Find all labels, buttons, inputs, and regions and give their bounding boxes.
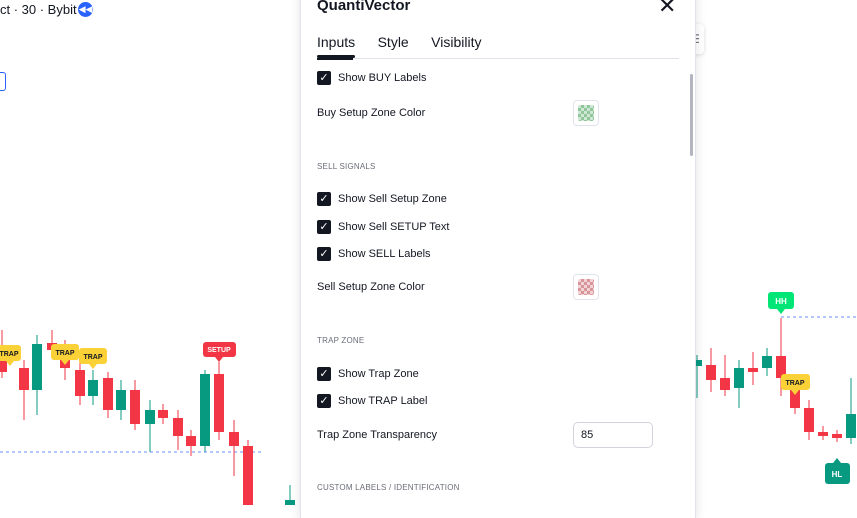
hh-label: HH — [768, 292, 794, 314]
candle-body — [200, 374, 210, 446]
hl-label: HL — [825, 458, 850, 484]
candle-body — [243, 446, 253, 505]
checkbox-label: Show BUY Labels — [338, 72, 427, 84]
checkbox-row-show-buy-labels[interactable]: ✓ Show BUY Labels — [317, 71, 426, 85]
candle-body — [32, 344, 42, 390]
svg-text:TRAP: TRAP — [83, 354, 102, 361]
scrollbar[interactable] — [690, 74, 693, 156]
candle-body — [19, 368, 29, 390]
close-icon[interactable]: ✕ — [658, 0, 676, 17]
candle-body — [130, 390, 140, 424]
tab-style[interactable]: Style — [378, 34, 409, 56]
candle-body — [229, 432, 239, 446]
tab-inputs[interactable]: Inputs — [317, 34, 356, 58]
indicator-settings-dialog: QuantiVector ✕ Inputs Style Visibility ✓… — [300, 0, 696, 518]
candle-body — [158, 410, 168, 418]
setup-label: SETUP — [203, 342, 236, 362]
section-sell-signals: SELL SIGNALS — [317, 162, 376, 171]
checkbox-row-show-sell-zone[interactable]: ✓ Show Sell Setup Zone — [317, 192, 447, 206]
candle-body — [748, 368, 758, 372]
candle-body — [832, 434, 842, 438]
checkbox-row-show-sell-labels[interactable]: ✓ Show SELL Labels — [317, 247, 431, 261]
tab-divider — [317, 58, 679, 59]
checkbox-label: Show TRAP Label — [338, 395, 428, 407]
section-custom-labels: CUSTOM LABELS / IDENTIFICATION — [317, 483, 460, 492]
buy-zone-color-row: Buy Setup Zone Color — [317, 107, 425, 119]
checkbox-row-show-sell-setup-text[interactable]: ✓ Show Sell SETUP Text — [317, 220, 449, 234]
svg-text:HH: HH — [775, 297, 787, 306]
check-icon[interactable]: ✓ — [317, 247, 331, 261]
setting-label: Trap Zone Transparency — [317, 429, 438, 441]
candle-body — [846, 414, 856, 438]
trap-label-2: TRAP — [51, 344, 79, 365]
settings-tabs: Inputs Style Visibility — [317, 34, 499, 58]
buy-zone-color-swatch[interactable] — [573, 100, 599, 126]
candle-body — [103, 378, 113, 410]
svg-text:TRAP: TRAP — [55, 350, 74, 357]
candle-body — [186, 436, 196, 446]
candle-body — [214, 374, 224, 432]
svg-text:TRAP: TRAP — [785, 380, 804, 387]
setting-label: Sell Setup Zone Color — [317, 281, 425, 293]
candle-body — [75, 370, 85, 396]
candle-body — [88, 380, 98, 396]
candle-body — [145, 410, 155, 424]
check-icon[interactable]: ✓ — [317, 367, 331, 381]
svg-text:TRAP: TRAP — [0, 351, 19, 358]
candle-body — [818, 432, 828, 436]
trap-label-4: TRAP — [781, 374, 810, 395]
tab-visibility[interactable]: Visibility — [431, 34, 481, 56]
candle-body — [734, 368, 744, 388]
check-icon[interactable]: ✓ — [317, 71, 331, 85]
candle-body — [706, 365, 716, 380]
scroll-fade-mark — [317, 58, 353, 60]
dialog-title: QuantiVector — [317, 0, 411, 14]
check-icon[interactable]: ✓ — [317, 192, 331, 206]
svg-text:HL: HL — [832, 470, 843, 479]
checkbox-label: Show SELL Labels — [338, 248, 431, 260]
trap-transparency-row: Trap Zone Transparency — [317, 429, 437, 441]
checkbox-label: Show Sell Setup Zone — [338, 193, 447, 205]
svg-text:SETUP: SETUP — [207, 347, 231, 354]
candle-body — [804, 408, 814, 432]
checkbox-label: Show Sell SETUP Text — [338, 221, 450, 233]
candle-body — [173, 418, 183, 436]
candle-body — [285, 500, 295, 505]
candle-body — [720, 378, 730, 390]
candle-body — [762, 356, 772, 368]
trap-label-3: TRAP — [79, 348, 107, 369]
candle-body — [116, 390, 126, 410]
setting-label: Buy Setup Zone Color — [317, 107, 426, 119]
section-trap-zone: TRAP ZONE — [317, 336, 365, 345]
sell-zone-color-row: Sell Setup Zone Color — [317, 281, 425, 293]
checkbox-label: Show Trap Zone — [338, 368, 419, 380]
sell-zone-color-swatch[interactable] — [573, 274, 599, 300]
checkbox-row-show-trap-label[interactable]: ✓ Show TRAP Label — [317, 394, 427, 408]
check-icon[interactable]: ✓ — [317, 220, 331, 234]
check-icon[interactable]: ✓ — [317, 394, 331, 408]
trap-transparency-input[interactable]: 85 — [573, 422, 653, 448]
checkbox-row-show-trap-zone[interactable]: ✓ Show Trap Zone — [317, 367, 419, 381]
